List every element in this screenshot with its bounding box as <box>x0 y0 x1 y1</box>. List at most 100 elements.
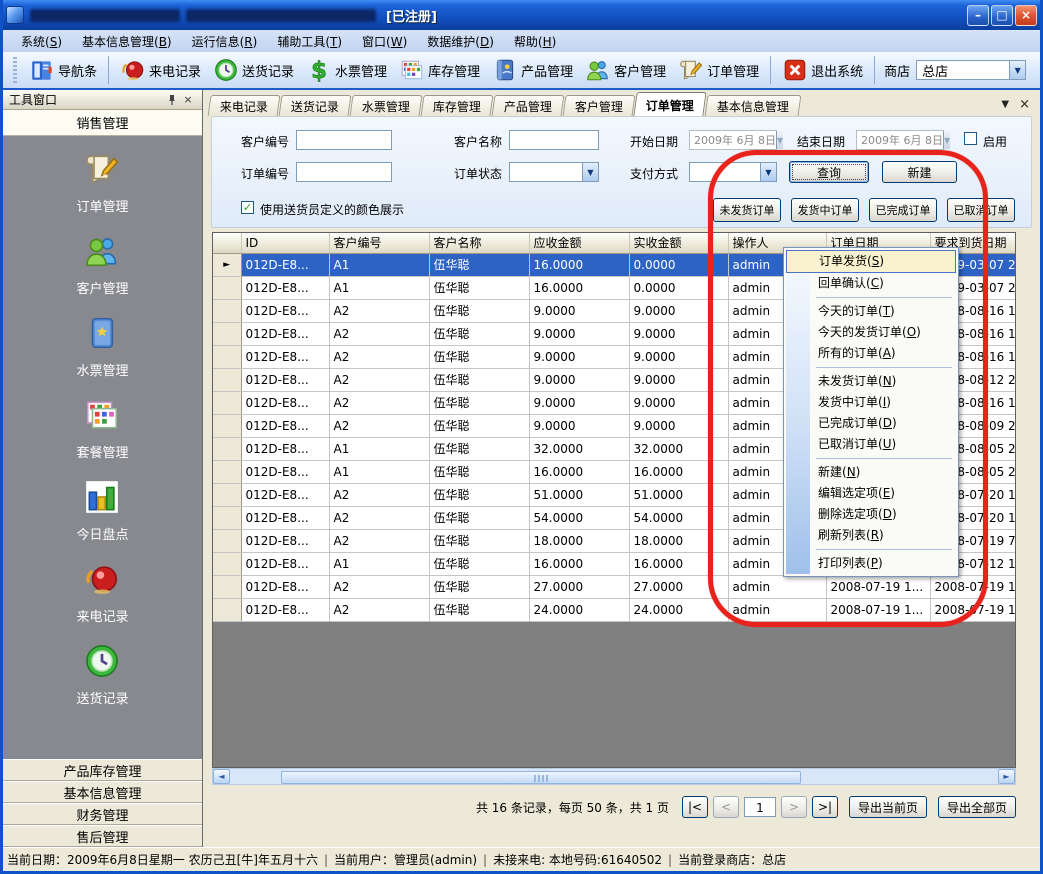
tab-6[interactable]: 客户管理 <box>563 95 636 116</box>
export-current-page-button[interactable]: 导出当前页 <box>849 796 927 818</box>
row-selector[interactable] <box>213 529 241 552</box>
context-menu-item-14[interactable]: 编辑选定项(E) <box>786 483 956 504</box>
chevron-down-icon[interactable]: ▼ <box>776 131 783 149</box>
tab-1[interactable]: 来电记录 <box>208 95 281 116</box>
context-menu-item-13[interactable]: 新建(N) <box>786 462 956 483</box>
row-selector[interactable] <box>213 276 241 299</box>
menubar-item-6[interactable]: 数据维护(D) <box>417 31 504 52</box>
status-filter-button-4[interactable]: 已取消订单 <box>947 198 1015 222</box>
grid-header-selector[interactable] <box>213 233 241 253</box>
toolbar-button-7[interactable]: 客户管理 <box>579 55 672 85</box>
chevron-down-icon[interactable]: ▼ <box>943 131 950 149</box>
page-number-input[interactable]: 1 <box>744 797 776 817</box>
sidebar-item-4[interactable]: 套餐管理 <box>76 396 128 461</box>
context-menu-item-15[interactable]: 删除选定项(D) <box>786 504 956 525</box>
status-filter-button-3[interactable]: 已完成订单 <box>869 198 937 222</box>
menubar-item-3[interactable]: 运行信息(R) <box>182 31 268 52</box>
context-menu-item-10[interactable]: 已完成订单(D) <box>786 413 956 434</box>
row-selector[interactable] <box>213 437 241 460</box>
row-selector[interactable] <box>213 391 241 414</box>
scroll-right-icon[interactable]: ► <box>998 769 1015 784</box>
row-selector[interactable] <box>213 368 241 391</box>
context-menu-item-5[interactable]: 今天的发货订单(O) <box>786 322 956 343</box>
sidebar-group-2[interactable]: 基本信息管理 <box>3 781 202 803</box>
customer-name-input[interactable] <box>509 130 599 150</box>
tab-3[interactable]: 水票管理 <box>350 95 423 116</box>
shop-combo[interactable]: 总店 ▼ <box>916 60 1026 80</box>
row-selector[interactable] <box>213 575 241 598</box>
order-no-input[interactable] <box>296 162 392 182</box>
order-status-combo[interactable]: ▼ <box>509 162 599 182</box>
grid-header-1[interactable]: ID <box>241 233 329 253</box>
tool-window-close-icon[interactable]: × <box>180 92 196 107</box>
row-selector[interactable] <box>213 460 241 483</box>
close-button[interactable]: × <box>1015 5 1037 26</box>
sidebar-group-1[interactable]: 产品库存管理 <box>3 759 202 781</box>
menubar-item-7[interactable]: 帮助(H) <box>504 31 566 52</box>
sidebar-item-2[interactable]: 客户管理 <box>76 232 128 297</box>
context-menu-item-4[interactable]: 今天的订单(T) <box>786 301 956 322</box>
chevron-down-icon[interactable]: ▼ <box>1009 61 1025 79</box>
row-selector[interactable] <box>213 552 241 575</box>
grid-header-4[interactable]: 应收金额 <box>529 233 629 253</box>
tab-5[interactable]: 产品管理 <box>492 95 565 116</box>
tab-7[interactable]: 订单管理 <box>633 92 706 116</box>
chevron-down-icon[interactable]: ▼ <box>582 163 598 181</box>
minimize-button[interactable]: – <box>967 5 989 26</box>
chevron-down-icon[interactable]: ▼ <box>760 163 776 181</box>
row-selector[interactable] <box>213 483 241 506</box>
grid-header-5[interactable]: 实收金额 <box>629 233 728 253</box>
context-menu-item-2[interactable]: 回单确认(C) <box>786 273 956 294</box>
row-selector[interactable]: ► <box>213 253 241 276</box>
tab-4[interactable]: 库存管理 <box>421 95 494 116</box>
sidebar-item-7[interactable]: 送货记录 <box>76 642 128 707</box>
row-selector[interactable] <box>213 598 241 621</box>
row-selector[interactable] <box>213 299 241 322</box>
tab-8[interactable]: 基本信息管理 <box>705 95 802 116</box>
sidebar-item-3[interactable]: 水票管理 <box>76 314 128 379</box>
context-menu-item-9[interactable]: 发货中订单(I) <box>786 392 956 413</box>
sidebar-group-sales[interactable]: 销售管理 <box>3 110 202 136</box>
toolbar-button-1[interactable]: 导航条 <box>23 55 103 85</box>
prev-page-button[interactable]: < <box>713 796 739 818</box>
grid-header-3[interactable]: 客户名称 <box>429 233 529 253</box>
first-page-button[interactable]: |< <box>682 796 708 818</box>
sidebar-item-6[interactable]: 来电记录 <box>76 560 128 625</box>
grid-header-2[interactable]: 客户编号 <box>329 233 429 253</box>
tab-list-dropdown-icon[interactable]: ▼ <box>1001 99 1009 110</box>
context-menu-item-18[interactable]: 打印列表(P) <box>786 553 956 574</box>
table-row[interactable]: 012D-E8...A2伍华聪24.000024.0000admin2008-0… <box>213 598 1015 621</box>
row-selector[interactable] <box>213 345 241 368</box>
sidebar-item-1[interactable]: 订单管理 <box>76 150 128 215</box>
scroll-left-icon[interactable]: ◄ <box>213 769 230 784</box>
query-button[interactable]: 查询 <box>789 161 869 183</box>
end-date-picker[interactable]: 2009年 6月 8日 ▼ <box>856 130 944 150</box>
row-selector[interactable] <box>213 414 241 437</box>
color-checkbox[interactable]: ✓ <box>241 201 254 214</box>
context-menu-item-16[interactable]: 刷新列表(R) <box>786 525 956 546</box>
pin-icon[interactable] <box>164 92 180 107</box>
row-selector[interactable] <box>213 322 241 345</box>
context-menu-item-1[interactable]: 订单发货(S) <box>786 250 956 273</box>
export-all-pages-button[interactable]: 导出全部页 <box>938 796 1016 818</box>
enable-checkbox[interactable] <box>964 132 977 145</box>
context-menu-item-8[interactable]: 未发货订单(N) <box>786 371 956 392</box>
sidebar-item-5[interactable]: 今日盘点 <box>76 478 128 543</box>
menubar-item-1[interactable]: 系统(S) <box>11 31 72 52</box>
row-selector[interactable] <box>213 506 241 529</box>
next-page-button[interactable]: > <box>781 796 807 818</box>
toolbar-button-6[interactable]: 产品管理 <box>486 55 579 85</box>
menubar-item-5[interactable]: 窗口(W) <box>352 31 417 52</box>
toolbar-button-4[interactable]: $水票管理 <box>300 55 393 85</box>
toolbar-button-9[interactable]: 退出系统 <box>776 55 869 85</box>
last-page-button[interactable]: >| <box>812 796 838 818</box>
start-date-picker[interactable]: 2009年 6月 8日 ▼ <box>689 130 777 150</box>
toolbar-button-5[interactable]: 库存管理 <box>393 55 486 85</box>
status-filter-button-1[interactable]: 未发货订单 <box>713 198 781 222</box>
menubar-item-2[interactable]: 基本信息管理(B) <box>72 31 182 52</box>
scrollbar-thumb[interactable] <box>281 771 801 784</box>
menubar-item-4[interactable]: 辅助工具(T) <box>267 31 352 52</box>
toolbar-button-8[interactable]: 订单管理 <box>672 55 765 85</box>
context-menu-item-6[interactable]: 所有的订单(A) <box>786 343 956 364</box>
toolbar-button-3[interactable]: 送货记录 <box>207 55 300 85</box>
